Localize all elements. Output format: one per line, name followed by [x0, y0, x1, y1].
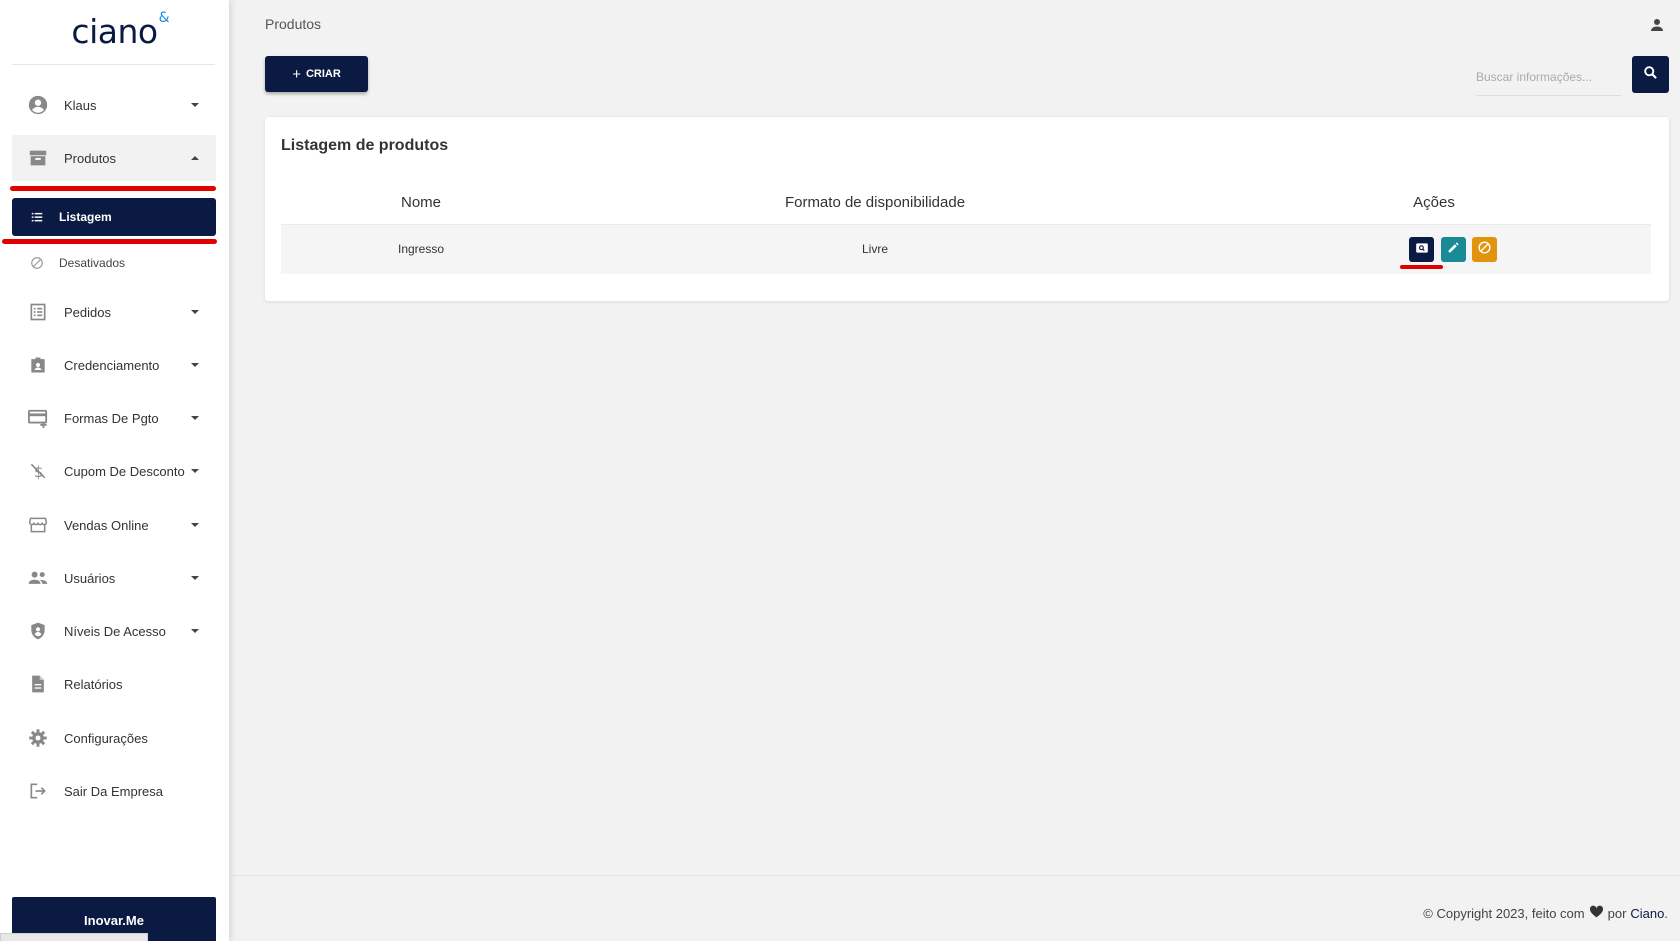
chevron-down-icon	[191, 103, 199, 107]
sidebar-subitem-desativados[interactable]: Desativados	[12, 244, 216, 282]
footer-period: .	[1664, 905, 1668, 921]
sidebar-item-sair[interactable]: Sair Da Empresa	[12, 768, 216, 814]
create-button[interactable]: + CRIAR	[265, 56, 368, 92]
sidebar-item-label: Usuários	[64, 570, 116, 586]
gear-icon	[26, 726, 50, 750]
table-row: Ingresso Livre	[281, 224, 1651, 274]
sidebar-item-label: Produtos	[64, 150, 117, 166]
column-header-formato[interactable]: Formato de disponibilidade	[725, 194, 1025, 211]
sidebar-item-usuarios[interactable]: Usuários	[12, 555, 216, 601]
column-header-acoes: Ações	[1413, 194, 1455, 211]
user-icon[interactable]	[1648, 16, 1666, 34]
block-icon	[29, 255, 45, 271]
footer-brand-link[interactable]: Ciano	[1630, 906, 1664, 921]
cell-nome: Ingresso	[397, 242, 445, 256]
view-icon	[1415, 241, 1429, 259]
sidebar-item-relatorios[interactable]: Relatórios	[12, 661, 216, 707]
sidebar-subitem-label: Desativados	[59, 256, 126, 270]
sidebar-item-label: Vendas Online	[64, 517, 149, 533]
highlight-underline	[1400, 265, 1443, 269]
heart-icon	[1589, 905, 1604, 921]
pencil-icon	[1447, 241, 1460, 259]
sidebar-subitem-label: Listagem	[59, 210, 112, 224]
search-input[interactable]	[1476, 58, 1621, 96]
document-icon	[26, 672, 50, 696]
sidebar-item-label: Sair Da Empresa	[64, 783, 163, 799]
sidebar-item-label: Níveis De Acesso	[64, 623, 166, 639]
sidebar-subitem-listagem[interactable]: Listagem	[12, 198, 216, 236]
sidebar-item-vendas-online[interactable]: Vendas Online	[12, 502, 216, 548]
chevron-down-icon	[191, 523, 199, 527]
chevron-up-icon	[191, 156, 199, 160]
view-button[interactable]	[1409, 237, 1434, 262]
chevron-down-icon	[191, 629, 199, 633]
sidebar-item-label: Cupom De Desconto	[64, 463, 185, 479]
sidebar-item-label: Relatórios	[64, 676, 123, 692]
products-card: Listagem de produtos Nome Formato de dis…	[265, 117, 1669, 301]
sidebar-item-credenciamento[interactable]: Credenciamento	[12, 342, 216, 388]
people-icon	[26, 566, 50, 590]
block-icon	[1477, 240, 1492, 260]
credit-card-add-icon	[26, 406, 50, 430]
shield-person-icon	[26, 619, 50, 643]
logo-mark: &	[158, 10, 170, 26]
logout-icon	[26, 779, 50, 803]
footer-divider	[229, 875, 1680, 876]
edit-button[interactable]	[1441, 237, 1466, 262]
sidebar-item-pedidos[interactable]: Pedidos	[12, 289, 216, 335]
storefront-icon	[26, 513, 50, 537]
highlight-underline	[10, 186, 216, 191]
footer-por: por	[1607, 905, 1627, 921]
search-icon	[1643, 65, 1658, 85]
search-button[interactable]	[1632, 56, 1669, 93]
chevron-down-icon	[191, 310, 199, 314]
disable-button[interactable]	[1472, 237, 1497, 262]
money-off-icon: $	[26, 459, 50, 483]
sidebar-item-configuracoes[interactable]: Configurações	[12, 715, 216, 761]
sidebar-item-label: Formas De Pgto	[64, 410, 159, 426]
card-title: Listagem de produtos	[281, 137, 449, 154]
chevron-down-icon	[191, 576, 199, 580]
account-circle-icon	[26, 93, 50, 117]
sidebar-item-formas-pgto[interactable]: Formas De Pgto	[12, 395, 216, 441]
cell-formato: Livre	[861, 242, 888, 256]
status-bar-tooltip	[0, 933, 148, 941]
badge-icon	[26, 353, 50, 377]
receipt-list-icon	[26, 300, 50, 324]
logo-divider	[12, 64, 215, 65]
sidebar-item-niveis-acesso[interactable]: Níveis De Acesso	[12, 608, 216, 654]
archive-icon	[26, 146, 50, 170]
footer: © Copyright 2023, feito com por Ciano.	[1423, 905, 1668, 921]
chevron-down-icon	[191, 363, 199, 367]
create-button-label: CRIAR	[305, 68, 341, 80]
chevron-down-icon	[191, 469, 199, 473]
list-icon	[29, 209, 45, 225]
breadcrumb: Produtos	[265, 16, 322, 32]
sidebar-item-produtos[interactable]: Produtos	[12, 135, 216, 181]
sidebar-item-label: Configurações	[64, 730, 148, 746]
sidebar-item-label: Credenciamento	[64, 357, 160, 373]
sidebar: ciano & Klaus Produtos Listagem Desativad…	[0, 0, 229, 941]
footer-copyright: © Copyright 2023, feito com	[1423, 905, 1585, 921]
sidebar-item-cupom[interactable]: $ Cupom De Desconto	[12, 448, 216, 494]
plus-icon: +	[292, 65, 301, 83]
sidebar-item-user[interactable]: Klaus	[12, 82, 216, 128]
sidebar-item-label: Pedidos	[64, 304, 111, 320]
logo[interactable]: ciano &	[0, 10, 229, 51]
column-header-nome[interactable]: Nome	[361, 194, 481, 211]
chevron-down-icon	[191, 416, 199, 420]
sidebar-item-label: Klaus	[64, 97, 97, 113]
